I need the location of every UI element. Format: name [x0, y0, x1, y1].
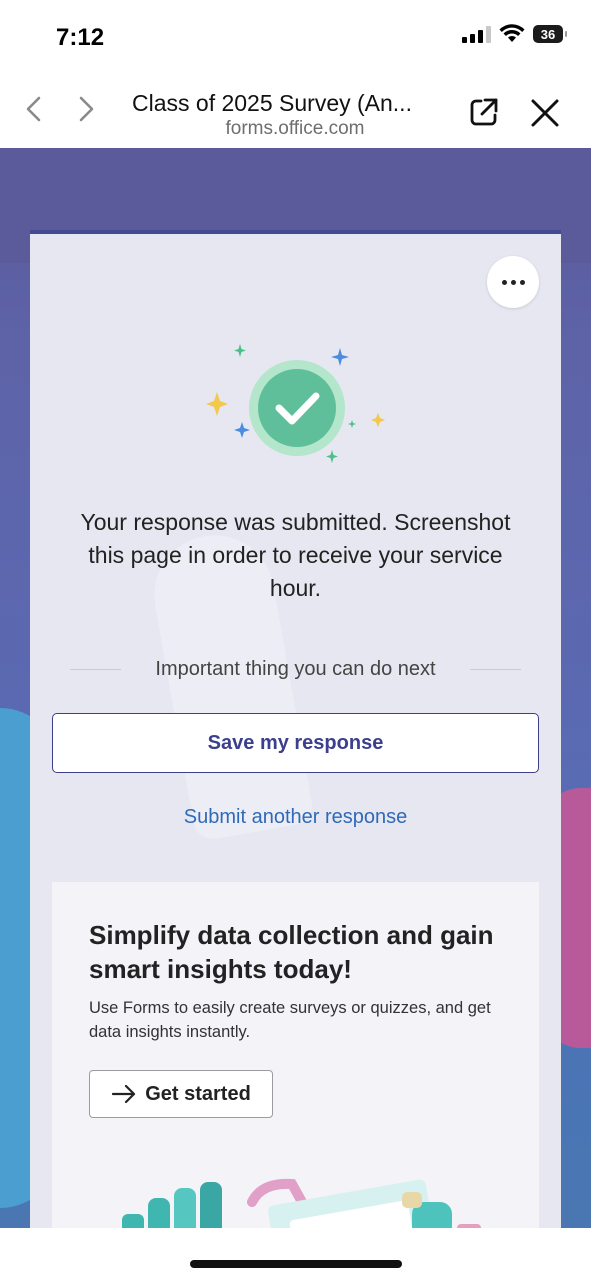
forms-promo-card: Simplify data collection and gain smart … — [52, 882, 539, 1228]
save-response-button[interactable]: Save my response — [52, 713, 539, 773]
submit-another-link[interactable]: Submit another response — [52, 806, 539, 829]
battery-icon: 36 — [533, 25, 567, 43]
back-icon[interactable] — [20, 94, 50, 124]
close-icon[interactable] — [528, 96, 562, 130]
open-in-browser-icon[interactable] — [466, 94, 502, 130]
home-indicator-area — [0, 1228, 591, 1280]
get-started-button[interactable]: Get started — [89, 1070, 273, 1118]
success-check-icon — [206, 344, 385, 463]
next-steps-label: Important thing you can do next — [155, 657, 436, 680]
submission-message: Your response was submitted. Screenshot … — [80, 509, 511, 601]
status-icons: 36 — [462, 24, 567, 44]
promo-description: Use Forms to easily create surveys or qu… — [89, 999, 491, 1041]
more-options-button[interactable] — [487, 256, 539, 308]
home-indicator[interactable] — [190, 1260, 402, 1268]
get-started-label: Get started — [145, 1082, 251, 1105]
submission-card: Your response was submitted. Screenshot … — [30, 230, 561, 1228]
forms-illustration — [122, 1178, 481, 1228]
promo-title: Simplify data collection and gain smart … — [89, 920, 494, 984]
page-url: forms.office.com — [225, 118, 365, 139]
status-time: 7:12 — [56, 24, 105, 51]
wifi-icon — [499, 24, 525, 42]
next-steps-divider: Important thing you can do next — [70, 656, 521, 682]
page-title: Class of 2025 Survey (An... — [132, 90, 412, 116]
cellular-signal-icon — [462, 25, 491, 43]
arrow-right-icon — [112, 1084, 136, 1104]
status-bar: 7:12 36 — [0, 0, 591, 70]
form-background: Your response was submitted. Screenshot … — [0, 148, 591, 1228]
browser-toolbar: Class of 2025 Survey (An... forms.office… — [0, 70, 591, 148]
forward-icon[interactable] — [70, 94, 100, 124]
